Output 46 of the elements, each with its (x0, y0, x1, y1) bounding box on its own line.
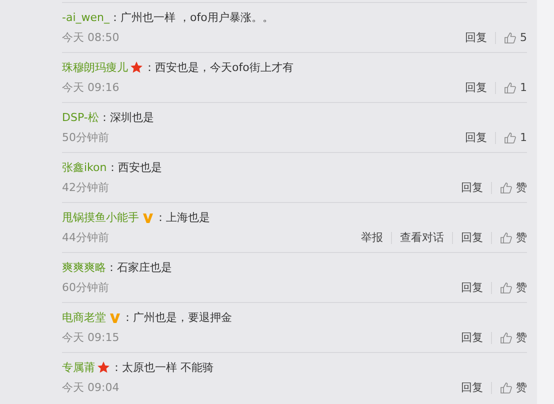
action-link[interactable]: 举报 (353, 232, 392, 244)
thumbs-up-icon (500, 382, 512, 394)
action-link[interactable]: 回复 (453, 232, 492, 244)
comment-time: 50分钟前 (62, 130, 109, 145)
comment-text: ：西安也是 (106, 160, 162, 175)
comment-text: ：太原也一样 不能骑 (111, 360, 214, 375)
comment-time: 60分钟前 (62, 280, 109, 295)
like-button[interactable]: 赞 (492, 280, 527, 295)
thumbs-up-icon (504, 132, 516, 144)
comment-time: 44分钟前 (62, 230, 109, 245)
like-button[interactable]: 1 (496, 81, 527, 94)
comment-text: ：深圳也是 (98, 110, 154, 125)
comment-text: ：西安也是，今天ofo街上才有 (144, 60, 294, 75)
star-icon (97, 361, 110, 374)
action-link[interactable]: 回复 (453, 382, 492, 394)
action-link[interactable]: 回复 (453, 282, 492, 294)
star-icon (130, 61, 143, 74)
verified-v-icon (142, 212, 154, 224)
like-button[interactable]: 赞 (492, 230, 527, 245)
comment-time: 42分钟前 (62, 180, 109, 195)
action-link[interactable]: 回复 (457, 132, 496, 144)
action-link[interactable]: 回复 (457, 32, 496, 44)
like-button[interactable]: 1 (496, 131, 527, 144)
comment-text: ：上海也是 (155, 210, 210, 225)
thumbs-up-icon (500, 332, 512, 344)
like-button[interactable]: 赞 (492, 330, 527, 345)
thumbs-up-icon (504, 82, 516, 94)
thumbs-up-icon (500, 282, 512, 294)
action-link[interactable]: 回复 (457, 82, 496, 94)
action-link[interactable]: 回复 (453, 332, 492, 344)
thumbs-up-icon (500, 232, 512, 244)
thumbs-up-icon (504, 32, 516, 44)
like-button[interactable]: 5 (496, 31, 527, 44)
comment-time: 今天 09:04 (62, 380, 120, 395)
comment-text: ：广州也是，要退押金 (122, 310, 232, 325)
like-button[interactable]: 赞 (492, 380, 527, 395)
comment-time: 今天 09:16 (62, 80, 120, 95)
verified-v-icon (109, 312, 121, 324)
action-link[interactable]: 查看对话 (392, 232, 453, 244)
comment-text: ：石家庄也是 (106, 260, 172, 275)
comment-time: 今天 08:50 (62, 30, 120, 45)
action-link[interactable]: 回复 (453, 182, 492, 194)
like-button[interactable]: 赞 (492, 180, 527, 195)
thumbs-up-icon (500, 182, 512, 194)
comment-time: 今天 09:15 (62, 330, 120, 345)
comment-text: ：广州也一样 ，ofo用户暴涨。。 (110, 10, 274, 25)
